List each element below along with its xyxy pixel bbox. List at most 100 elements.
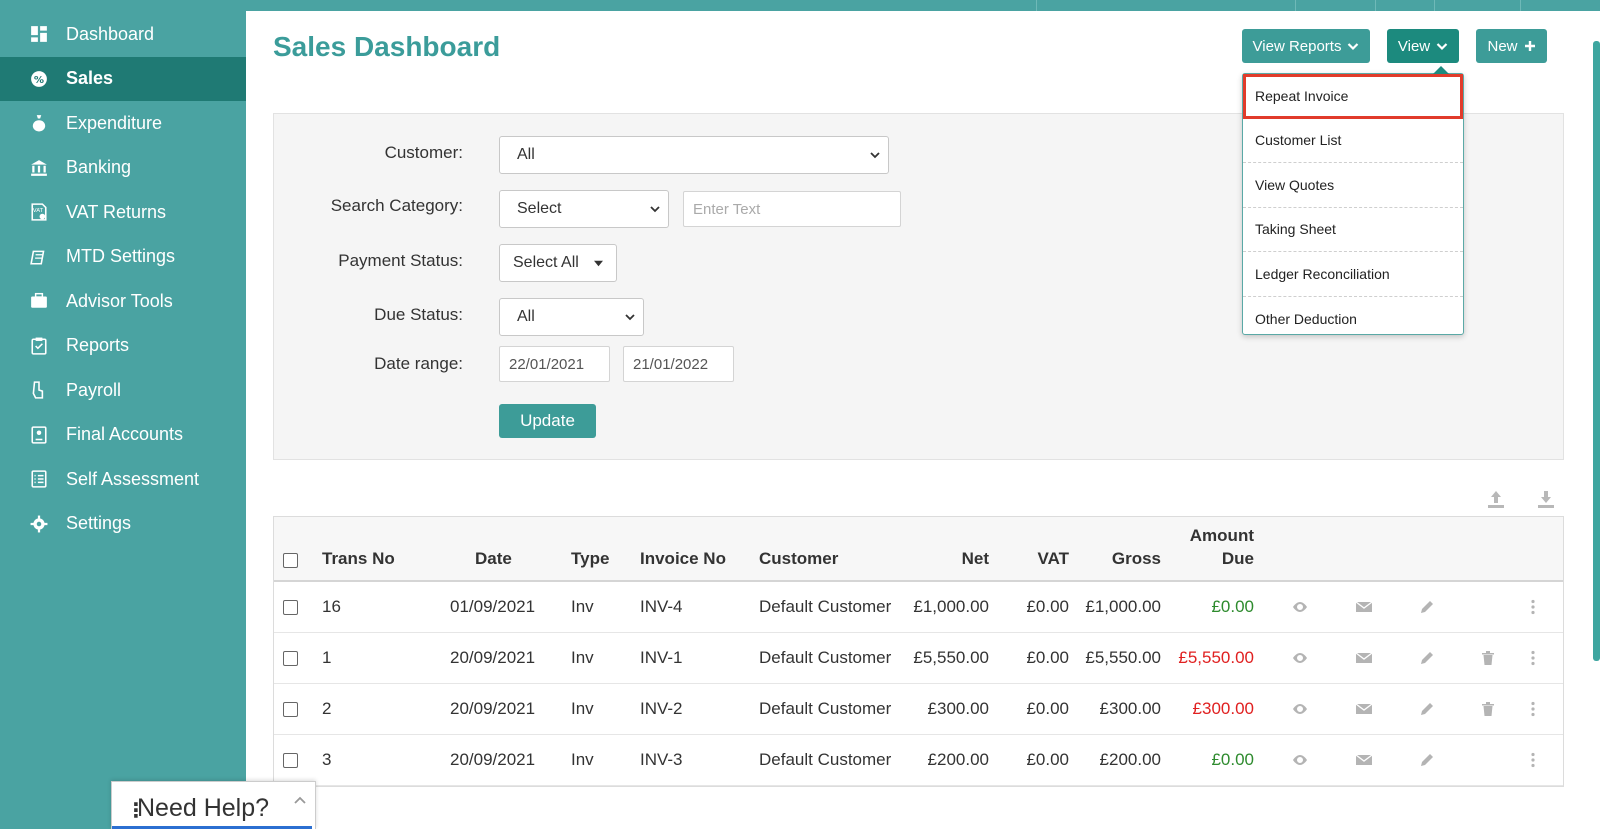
sidebar-item-self-assessment[interactable]: Self Assessment [0, 457, 246, 502]
col-date[interactable]: Date [475, 549, 512, 569]
view-icon[interactable] [1291, 700, 1309, 718]
edit-icon[interactable] [1418, 598, 1436, 616]
document-icon [28, 424, 50, 446]
sidebar-item-mtd-settings[interactable]: MTD Settings [0, 235, 246, 280]
more-icon[interactable] [1524, 598, 1542, 616]
delete-icon[interactable] [1479, 700, 1497, 718]
customer: Default Customer [759, 597, 892, 616]
view-icon[interactable] [1291, 649, 1309, 667]
sidebar-item-settings[interactable]: Settings [0, 502, 246, 547]
sidebar-item-dashboard[interactable]: Dashboard [0, 12, 246, 57]
col-customer[interactable]: Customer [759, 549, 838, 569]
edit-icon[interactable] [1418, 700, 1436, 718]
amount-due: £0.00 [1211, 597, 1254, 616]
table-row[interactable]: 16 01/09/2021 Inv INV-4 Default Customer… [274, 582, 1563, 633]
menu-item-ledger-reconciliation[interactable]: Ledger Reconciliation [1243, 252, 1463, 297]
sales-icon: % [28, 68, 50, 90]
row-checkbox[interactable] [283, 651, 298, 666]
email-icon[interactable] [1355, 700, 1373, 718]
top-bar-divider [1036, 0, 1037, 11]
table-row[interactable]: 3 20/09/2021 Inv INV-3 Default Customer … [274, 735, 1563, 786]
edit-icon[interactable] [1418, 649, 1436, 667]
update-button[interactable]: Update [499, 404, 596, 438]
sidebar-item-vat-returns[interactable]: VAT VAT Returns [0, 190, 246, 235]
date: 01/09/2021 [450, 597, 536, 616]
payment-status-select[interactable]: Select All [499, 244, 617, 282]
search-category-select[interactable]: Select [499, 190, 669, 228]
customer-select[interactable]: All [499, 136, 889, 174]
edit-icon[interactable] [1418, 751, 1436, 769]
download-icon[interactable] [1536, 489, 1556, 509]
col-amount-due-line1[interactable]: Amount [1154, 526, 1254, 546]
search-category-value: Select [517, 200, 562, 217]
menu-item-repeat-invoice[interactable]: Repeat Invoice [1243, 74, 1463, 119]
top-bar-divider [1434, 0, 1435, 11]
payment-status-label: Payment Status: [338, 251, 463, 270]
sidebar-item-expenditure[interactable]: Expenditure [0, 101, 246, 146]
payroll-icon [28, 379, 50, 401]
invoice-no[interactable]: INV-1 [640, 648, 683, 668]
chevron-up-icon[interactable] [293, 794, 307, 808]
menu-item-other-deduction[interactable]: Other Deduction [1243, 297, 1463, 342]
sidebar-item-label: Sales [66, 68, 114, 89]
sidebar-item-banking[interactable]: Banking [0, 146, 246, 191]
invoice-no[interactable]: INV-2 [640, 699, 683, 719]
view-reports-button[interactable]: View Reports [1242, 29, 1370, 63]
menu-item-view-quotes[interactable]: View Quotes [1243, 163, 1463, 208]
email-icon[interactable] [1355, 598, 1373, 616]
col-type[interactable]: Type [571, 549, 609, 569]
more-icon[interactable] [1524, 700, 1542, 718]
table-header: Trans No Date Type Invoice No Customer N… [274, 517, 1563, 582]
sidebar-item-final-accounts[interactable]: Final Accounts [0, 413, 246, 458]
more-icon[interactable] [1524, 751, 1542, 769]
view-icon[interactable] [1291, 751, 1309, 769]
sidebar-item-reports[interactable]: Reports [0, 324, 246, 369]
top-bar [0, 0, 1600, 11]
col-amount-due-line2[interactable]: Due [1154, 549, 1254, 569]
due-status-label: Due Status: [374, 305, 463, 324]
sidebar-item-payroll[interactable]: Payroll [0, 368, 246, 413]
col-net[interactable]: Net [914, 549, 989, 569]
email-icon[interactable] [1355, 751, 1373, 769]
col-vat[interactable]: VAT [999, 549, 1069, 569]
sidebar-item-sales[interactable]: % Sales [0, 56, 246, 101]
table-row[interactable]: 1 20/09/2021 Inv INV-1 Default Customer … [274, 633, 1563, 684]
net: £1,000.00 [913, 597, 989, 616]
col-gross[interactable]: Gross [1074, 549, 1161, 569]
menu-item-customer-list[interactable]: Customer List [1243, 119, 1463, 163]
select-all-checkbox[interactable] [283, 553, 298, 568]
search-text-input[interactable]: Enter Text [683, 191, 901, 227]
menu-item-taking-sheet[interactable]: Taking Sheet [1243, 208, 1463, 252]
invoice-no[interactable]: INV-4 [640, 597, 683, 617]
more-icon[interactable] [1524, 649, 1542, 667]
sidebar-item-label: Advisor Tools [66, 290, 173, 311]
payment-status-value: Select All [513, 254, 579, 271]
table-row[interactable]: 2 20/09/2021 Inv INV-2 Default Customer … [274, 684, 1563, 735]
due-status-select[interactable]: All [499, 298, 644, 336]
scrollbar[interactable] [1593, 41, 1600, 661]
top-bar-divider [1375, 0, 1376, 11]
new-button[interactable]: New [1476, 29, 1547, 63]
bank-icon [28, 157, 50, 179]
row-checkbox[interactable] [283, 753, 298, 768]
amount-due: £0.00 [1211, 750, 1254, 769]
row-checkbox[interactable] [283, 702, 298, 717]
customer-label: Customer: [384, 143, 463, 162]
delete-icon[interactable] [1479, 649, 1497, 667]
row-checkbox[interactable] [283, 600, 298, 615]
sidebar-item-advisor-tools[interactable]: Advisor Tools [0, 279, 246, 324]
sidebar-item-label: Reports [66, 335, 130, 356]
col-trans-no[interactable]: Trans No [322, 549, 395, 569]
view-button[interactable]: View [1387, 29, 1459, 63]
date-from-input[interactable]: 22/01/2021 [499, 346, 610, 382]
col-invoice-no[interactable]: Invoice No [640, 549, 726, 569]
email-icon[interactable] [1355, 649, 1373, 667]
upload-icon[interactable] [1486, 489, 1506, 509]
chevron-down-icon [870, 152, 880, 159]
view-icon[interactable] [1291, 598, 1309, 616]
sidebar-item-label: MTD Settings [66, 246, 176, 267]
need-help-widget[interactable]: ⋮ Need Help? [111, 781, 316, 829]
invoice-no[interactable]: INV-3 [640, 750, 683, 770]
date-to-input[interactable]: 21/01/2022 [623, 346, 734, 382]
type: Inv [571, 648, 594, 667]
